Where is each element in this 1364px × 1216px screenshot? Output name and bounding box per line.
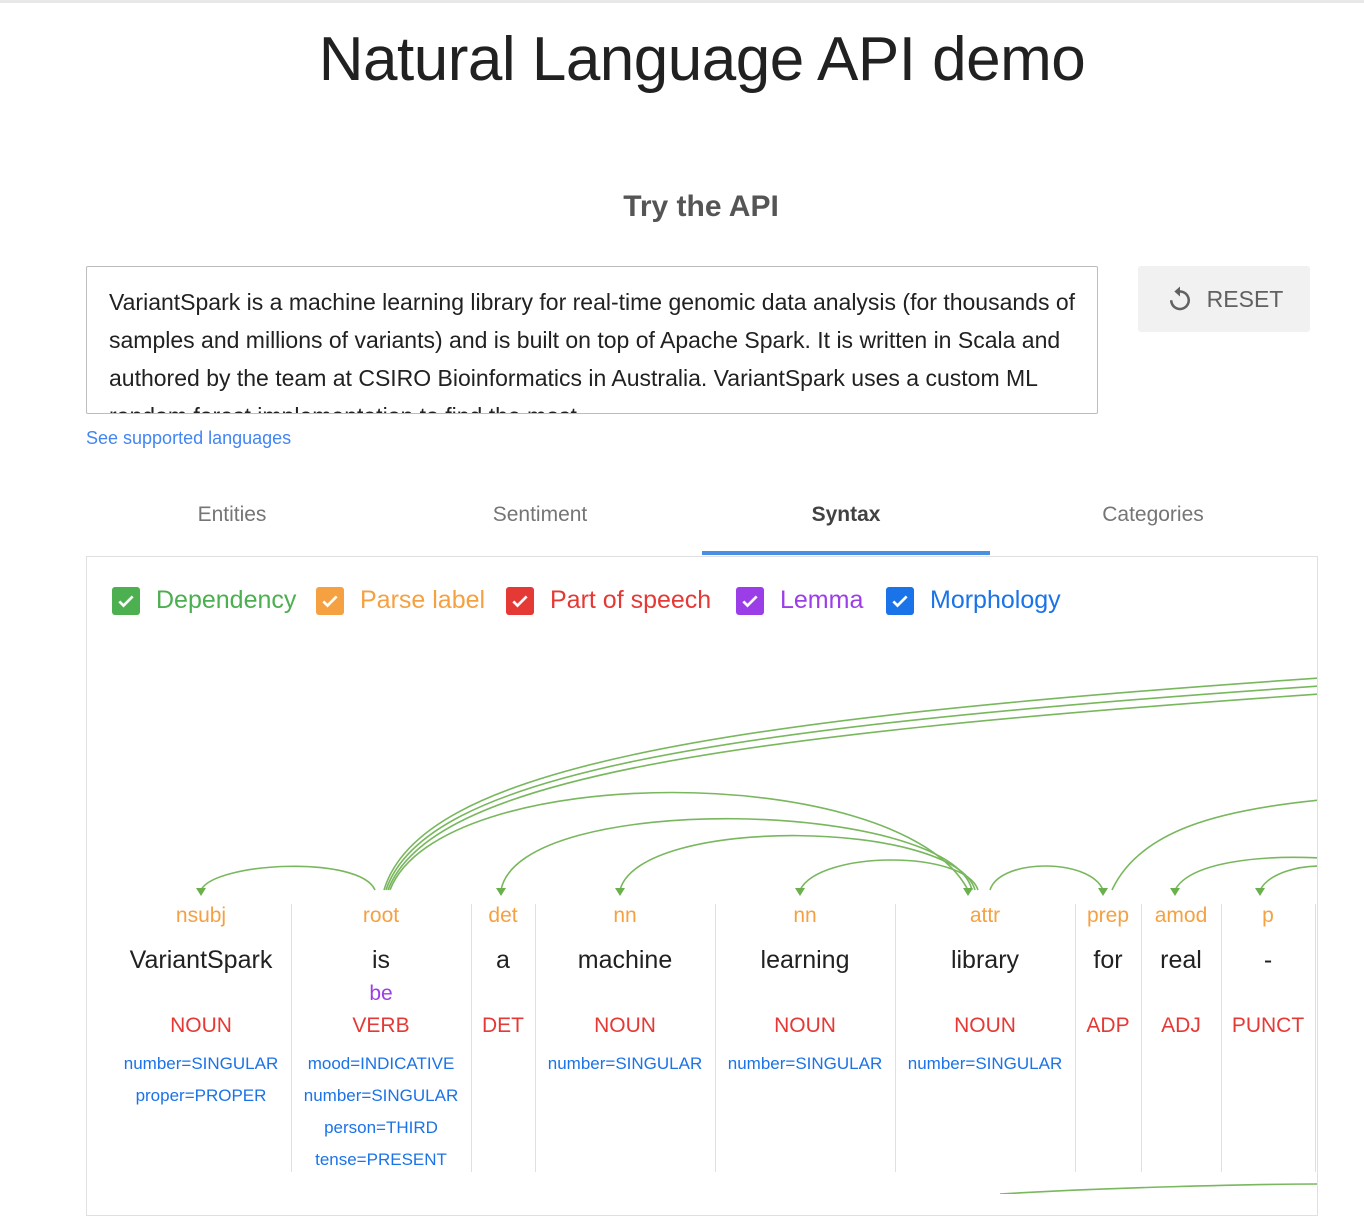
token-word: - [1263, 946, 1273, 974]
token-pos: ADJ [1161, 1014, 1201, 1037]
column-divider [535, 904, 536, 1172]
token-pos: NOUN [594, 1014, 656, 1037]
token-morph: mood=INDICATIVE number=SINGULAR person=T… [303, 1054, 459, 1169]
token-pos: DET [482, 1014, 524, 1037]
token-pos: NOUN [954, 1014, 1016, 1037]
token-label: det [488, 904, 518, 927]
token-label: prep [1086, 904, 1130, 927]
token-word: is [371, 946, 391, 974]
token-word: VariantSpark [129, 946, 273, 974]
column-divider [1315, 904, 1316, 1172]
token-pos: NOUN [170, 1014, 232, 1037]
arc-long-right-1 [1111, 799, 1317, 891]
arc-attr-prep [989, 865, 1104, 891]
arrowhead-det [496, 888, 506, 896]
arc-root-long-3 [387, 693, 1317, 891]
token-label: amod [1154, 904, 1208, 927]
arrowhead-p [1255, 888, 1265, 896]
arrowhead-attr [963, 888, 973, 896]
token-word: for [1093, 946, 1123, 974]
token-label: nn [793, 904, 817, 927]
token-pos: PUNCT [1231, 1014, 1305, 1037]
token-word: library [950, 946, 1020, 974]
column-divider [715, 904, 716, 1172]
arc-root-long-2 [385, 685, 1317, 891]
arrowhead-machine [615, 888, 625, 896]
token-label: nsubj [175, 904, 227, 927]
arc-root-nsubj [200, 865, 376, 891]
arc-amod [1174, 856, 1317, 891]
token-lemma: be [369, 982, 393, 1005]
column-divider [471, 904, 472, 1172]
token-word: a [496, 946, 510, 974]
column-divider [895, 904, 896, 1172]
token-label: p [1262, 904, 1274, 927]
token-pos: NOUN [774, 1014, 836, 1037]
arrowhead-nsubj [196, 888, 206, 896]
token-morph: number=SINGULAR [907, 1054, 1063, 1073]
column-divider [1075, 904, 1076, 1172]
arrowhead-prep [1098, 888, 1108, 896]
column-divider [1221, 904, 1222, 1172]
token-pos: VERB [352, 1014, 410, 1037]
token-word: real [1160, 946, 1202, 974]
token-morph: number=SINGULAR proper=PROPER [123, 1054, 279, 1105]
arc-p [1259, 865, 1317, 891]
token-label: nn [613, 904, 637, 927]
arrowhead-learning [795, 888, 805, 896]
arc-attr-det [500, 817, 973, 891]
arc-root-attr [389, 791, 969, 891]
token-label: attr [969, 904, 1001, 927]
column-divider [1141, 904, 1142, 1172]
token-morph: number=SINGULAR [547, 1054, 703, 1073]
token-word: machine [577, 946, 673, 974]
token-label: root [362, 904, 400, 927]
arrowhead-amod [1170, 888, 1180, 896]
token-morph: number=SINGULAR [727, 1054, 883, 1073]
arc-bottom [999, 1183, 1317, 1194]
token-word: learning [760, 946, 850, 974]
token-pos: ADP [1086, 1014, 1130, 1037]
